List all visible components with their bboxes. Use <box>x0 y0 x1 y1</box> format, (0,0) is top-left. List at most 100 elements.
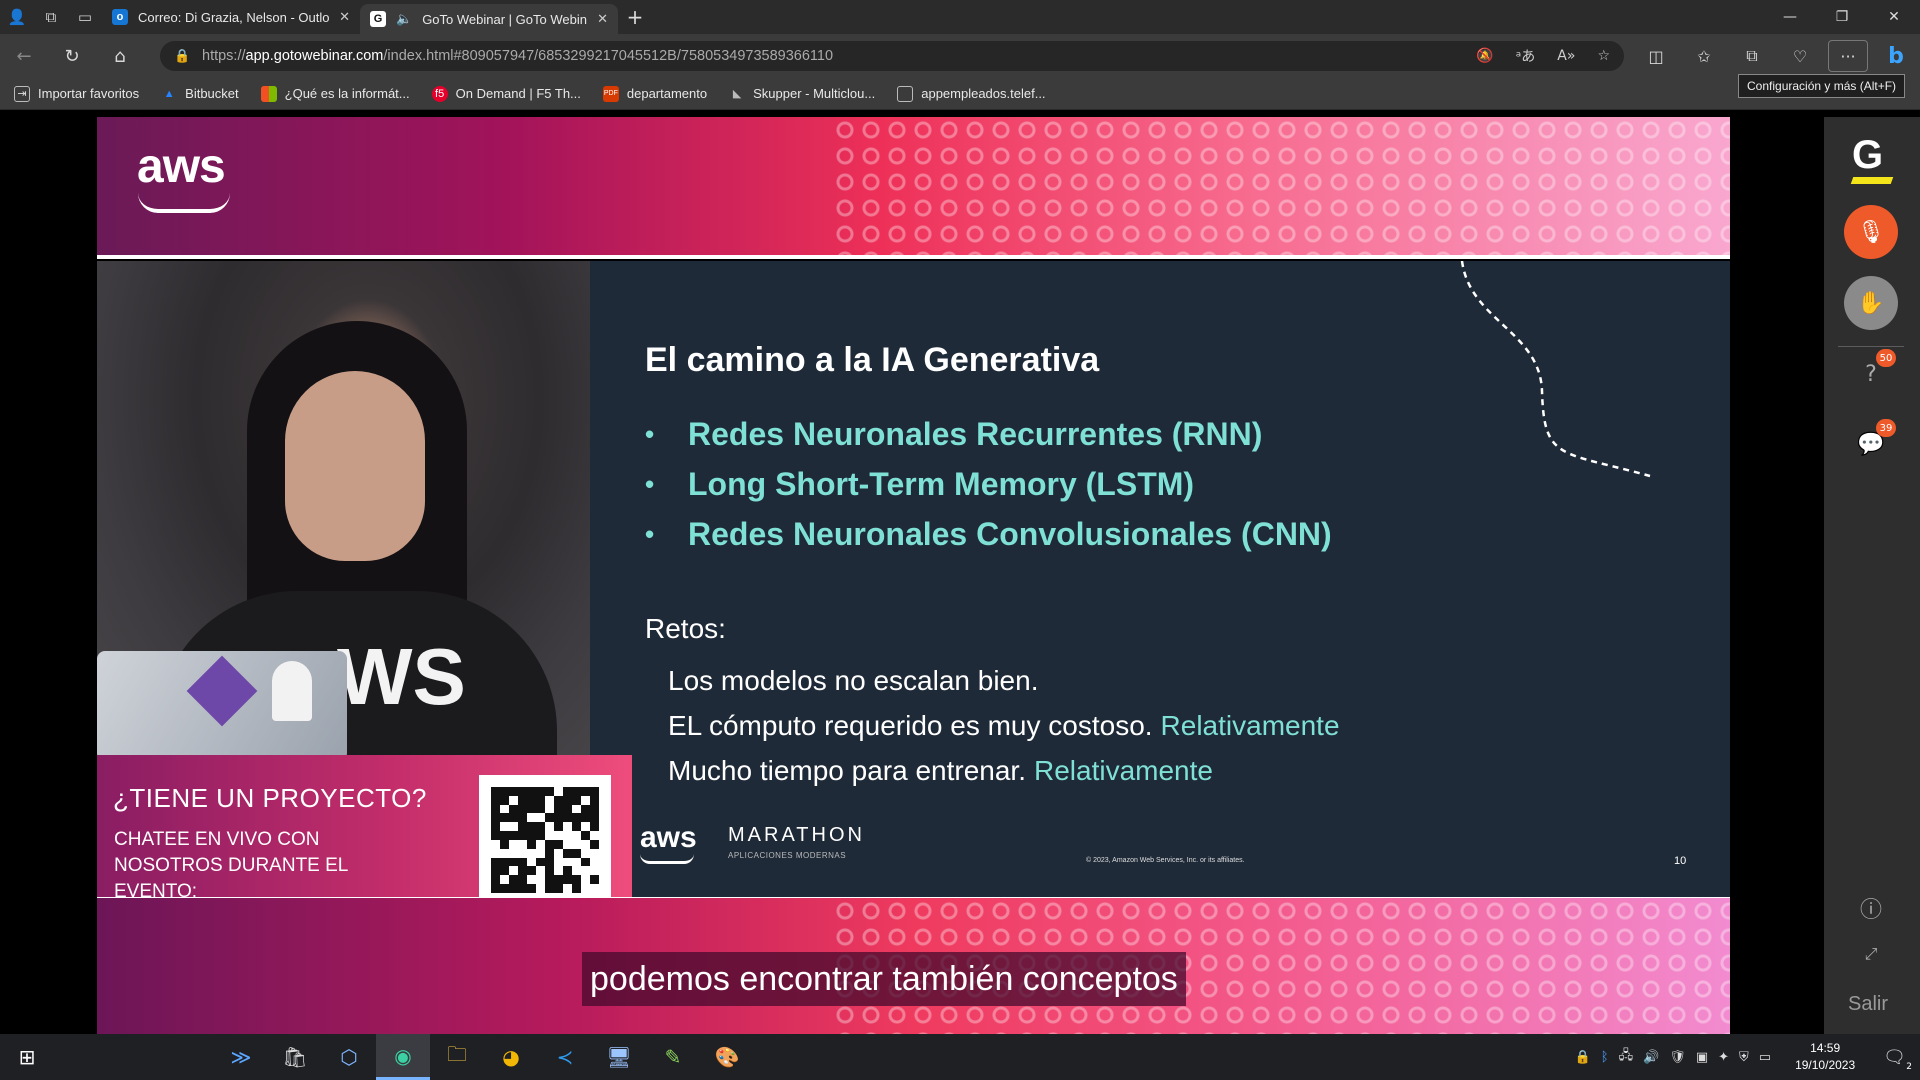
slide-page-number: 10 <box>1674 855 1687 867</box>
bookmark-item[interactable]: ▲ Bitbucket <box>161 86 239 102</box>
tab-actions-icon[interactable]: ▭ <box>68 0 102 34</box>
home-icon[interactable]: ⌂ <box>96 34 144 78</box>
powershell-icon[interactable]: ≫ <box>214 1034 268 1080</box>
fullscreen-icon[interactable]: ⤢ <box>1854 937 1888 971</box>
security-icon[interactable]: 🛡 <box>1669 1050 1686 1065</box>
screen-icon[interactable]: ▣ <box>1696 1050 1708 1065</box>
slide-copyright: © 2023, Amazon Web Services, Inc. or its… <box>1086 857 1245 864</box>
aws-logo: aws <box>137 140 226 193</box>
skupper-icon: ◣ <box>732 88 742 100</box>
vpn-icon[interactable]: 🔒 <box>1575 1050 1591 1065</box>
refresh-icon[interactable]: ↻ <box>48 34 96 78</box>
read-aloud-icon[interactable]: A» <box>1557 48 1575 64</box>
shirt-text: WS <box>337 632 466 721</box>
address-bar[interactable]: 🔒 https://app.gotowebinar.com/index.html… <box>160 41 1624 71</box>
close-tab-icon[interactable]: ✕ <box>597 11 608 27</box>
split-screen-icon[interactable]: ◫ <box>1632 34 1680 78</box>
translate-icon[interactable]: ᵃあ <box>1516 46 1535 66</box>
page-icon <box>897 85 914 102</box>
bookmark-item[interactable]: ◣ Skupper - Multiclou... <box>729 86 875 102</box>
hand-icon: ✋ <box>1857 290 1885 316</box>
bitbucket-icon: ▲ <box>163 87 175 100</box>
edge-icon[interactable]: ◉ <box>376 1034 430 1080</box>
bookmark-item[interactable]: appempleados.telef... <box>897 85 1046 102</box>
dashed-curve-decoration <box>1460 261 1651 478</box>
goto-logo: G <box>1852 133 1884 177</box>
file-explorer-icon[interactable]: 🗀 <box>430 1034 484 1080</box>
clock[interactable]: 14:59 19/10/2023 <box>1795 1040 1855 1074</box>
bookmark-item[interactable]: ¿Qué es la informát... <box>260 85 410 102</box>
exit-button[interactable]: Salir <box>1848 993 1888 1016</box>
volume-icon[interactable]: 🔊 <box>1643 1050 1659 1065</box>
goto-logo-underline <box>1850 177 1894 184</box>
notepad-plus-icon[interactable]: ✎ <box>646 1034 700 1080</box>
browser-essentials-icon[interactable]: ♡ <box>1776 34 1824 78</box>
virtualbox-icon[interactable]: ⬡ <box>322 1034 376 1080</box>
speaker-icon[interactable]: 🔈 <box>396 11 412 27</box>
reto-item: EL cómputo requerido es muy costoso. Rela… <box>668 709 1340 741</box>
retos-heading: Retos: <box>645 613 726 644</box>
bullet-list: • Redes Neuronales Recurrentes (RNN) • Lon… <box>645 409 1332 559</box>
aws-smile-icon <box>640 854 694 864</box>
close-window-icon[interactable]: ✕ <box>1868 0 1920 34</box>
back-icon[interactable]: ← <box>0 34 48 78</box>
live-caption: podemos encontrar también conceptos <box>582 952 1186 1006</box>
paint-icon[interactable]: 🎨 <box>700 1034 754 1080</box>
questions-button[interactable]: ? 50 <box>1854 349 1896 391</box>
divider <box>97 255 1730 259</box>
profile-icon[interactable]: 👤 <box>0 0 34 34</box>
url-text[interactable]: https://app.gotowebinar.com/index.html#8… <box>202 48 833 64</box>
decorative-dots <box>831 117 1730 257</box>
windows-start-icon[interactable]: ⊞ <box>0 1034 54 1080</box>
notifications-blocked-icon[interactable]: 🔕 <box>1476 48 1493 64</box>
qr-code <box>479 775 611 905</box>
question-bubble-icon: ? <box>1865 361 1877 387</box>
vscode-icon[interactable]: ≺ <box>538 1034 592 1080</box>
system-tray: 🔒 ᛒ 🖧 🔊 🛡 ▣ ✦ ⛨ ▭ 14:59 19/10/2023 🗨 2 <box>1575 1034 1920 1080</box>
bookmarks-bar: ⇥ Importar favoritos ▲ Bitbucket ¿Qué es l… <box>0 78 1920 110</box>
reto-item: Mucho tiempo para entrenar. Relativamente <box>668 754 1213 786</box>
defender-icon[interactable]: ⛨ <box>1739 1050 1749 1065</box>
f5-icon: f5 <box>431 85 448 102</box>
bluetooth-icon[interactable]: ᛒ <box>1601 1050 1609 1065</box>
bullet-item: • Redes Neuronales Recurrentes (RNN) <box>645 415 1263 452</box>
slide-content: El camino a la IA Generativa • Redes Neur… <box>590 261 1730 898</box>
chrome-icon[interactable]: ◕ <box>484 1034 538 1080</box>
address-toolbar: ← ↻ ⌂ 🔒 https://app.gotowebinar.com/inde… <box>0 34 1920 78</box>
bookmark-item[interactable]: f5 On Demand | F5 Th... <box>431 85 581 102</box>
microphone-muted-icon: 🎙 <box>1857 219 1885 245</box>
bullet-item: • Long Short-Term Memory (LSTM) <box>645 465 1195 502</box>
notification-center-icon[interactable]: 🗨 2 <box>1883 1047 1912 1072</box>
workspaces-icon[interactable]: ⧉ <box>34 0 68 34</box>
browser-titlebar: 👤 ⧉ ▭ o Correo: Di Grazia, Nelson - Outl… <box>0 0 1920 34</box>
raise-hand-button[interactable]: ✋ <box>1844 276 1898 330</box>
remote-desktop-icon[interactable]: 🖥 <box>592 1034 646 1080</box>
reto-item: Los modelos no escalan bien. <box>668 664 1039 696</box>
store-icon[interactable]: 🛍 <box>268 1034 322 1080</box>
questions-badge: 50 <box>1876 349 1896 367</box>
tab-gotowebinar[interactable]: G 🔈 GoTo Webinar | GoTo Webin ✕ <box>360 4 618 34</box>
favorites-icon[interactable]: ✩ <box>1680 34 1728 78</box>
tab-outlook[interactable]: o Correo: Di Grazia, Nelson - Outlo ✕ <box>102 0 360 34</box>
bookmark-item[interactable]: PDF departamento <box>602 85 707 102</box>
chat-button[interactable]: 💬 39 <box>1854 419 1896 461</box>
network-icon[interactable]: 🖧 <box>1619 1046 1634 1068</box>
bookmark-item[interactable]: ⇥ Importar favoritos <box>14 85 139 102</box>
favorite-star-icon[interactable]: ☆ <box>1597 48 1610 64</box>
battery-icon[interactable]: ▭ <box>1759 1050 1771 1065</box>
slide-title: El camino a la IA Generativa <box>645 341 1100 379</box>
restore-icon[interactable]: ❐ <box>1816 0 1868 34</box>
collections-icon[interactable]: ⧉ <box>1728 34 1776 78</box>
settings-more-button[interactable]: ··· <box>1828 40 1868 72</box>
close-tab-icon[interactable]: ✕ <box>339 9 350 25</box>
microphone-button[interactable]: 🎙 <box>1844 205 1898 259</box>
teams-icon[interactable]: ✦ <box>1718 1050 1729 1065</box>
new-tab-button[interactable]: + <box>618 0 652 34</box>
lock-icon[interactable]: 🔒 <box>174 49 202 64</box>
minimize-icon[interactable]: — <box>1764 0 1816 34</box>
outlook-icon: o <box>112 9 128 25</box>
marathon-subtitle: APLICACIONES MODERNAS <box>728 851 847 860</box>
bing-copilot-icon[interactable]: b <box>1872 34 1920 78</box>
info-icon[interactable]: ⓘ <box>1854 891 1888 925</box>
pdf-icon: PDF <box>602 85 619 102</box>
